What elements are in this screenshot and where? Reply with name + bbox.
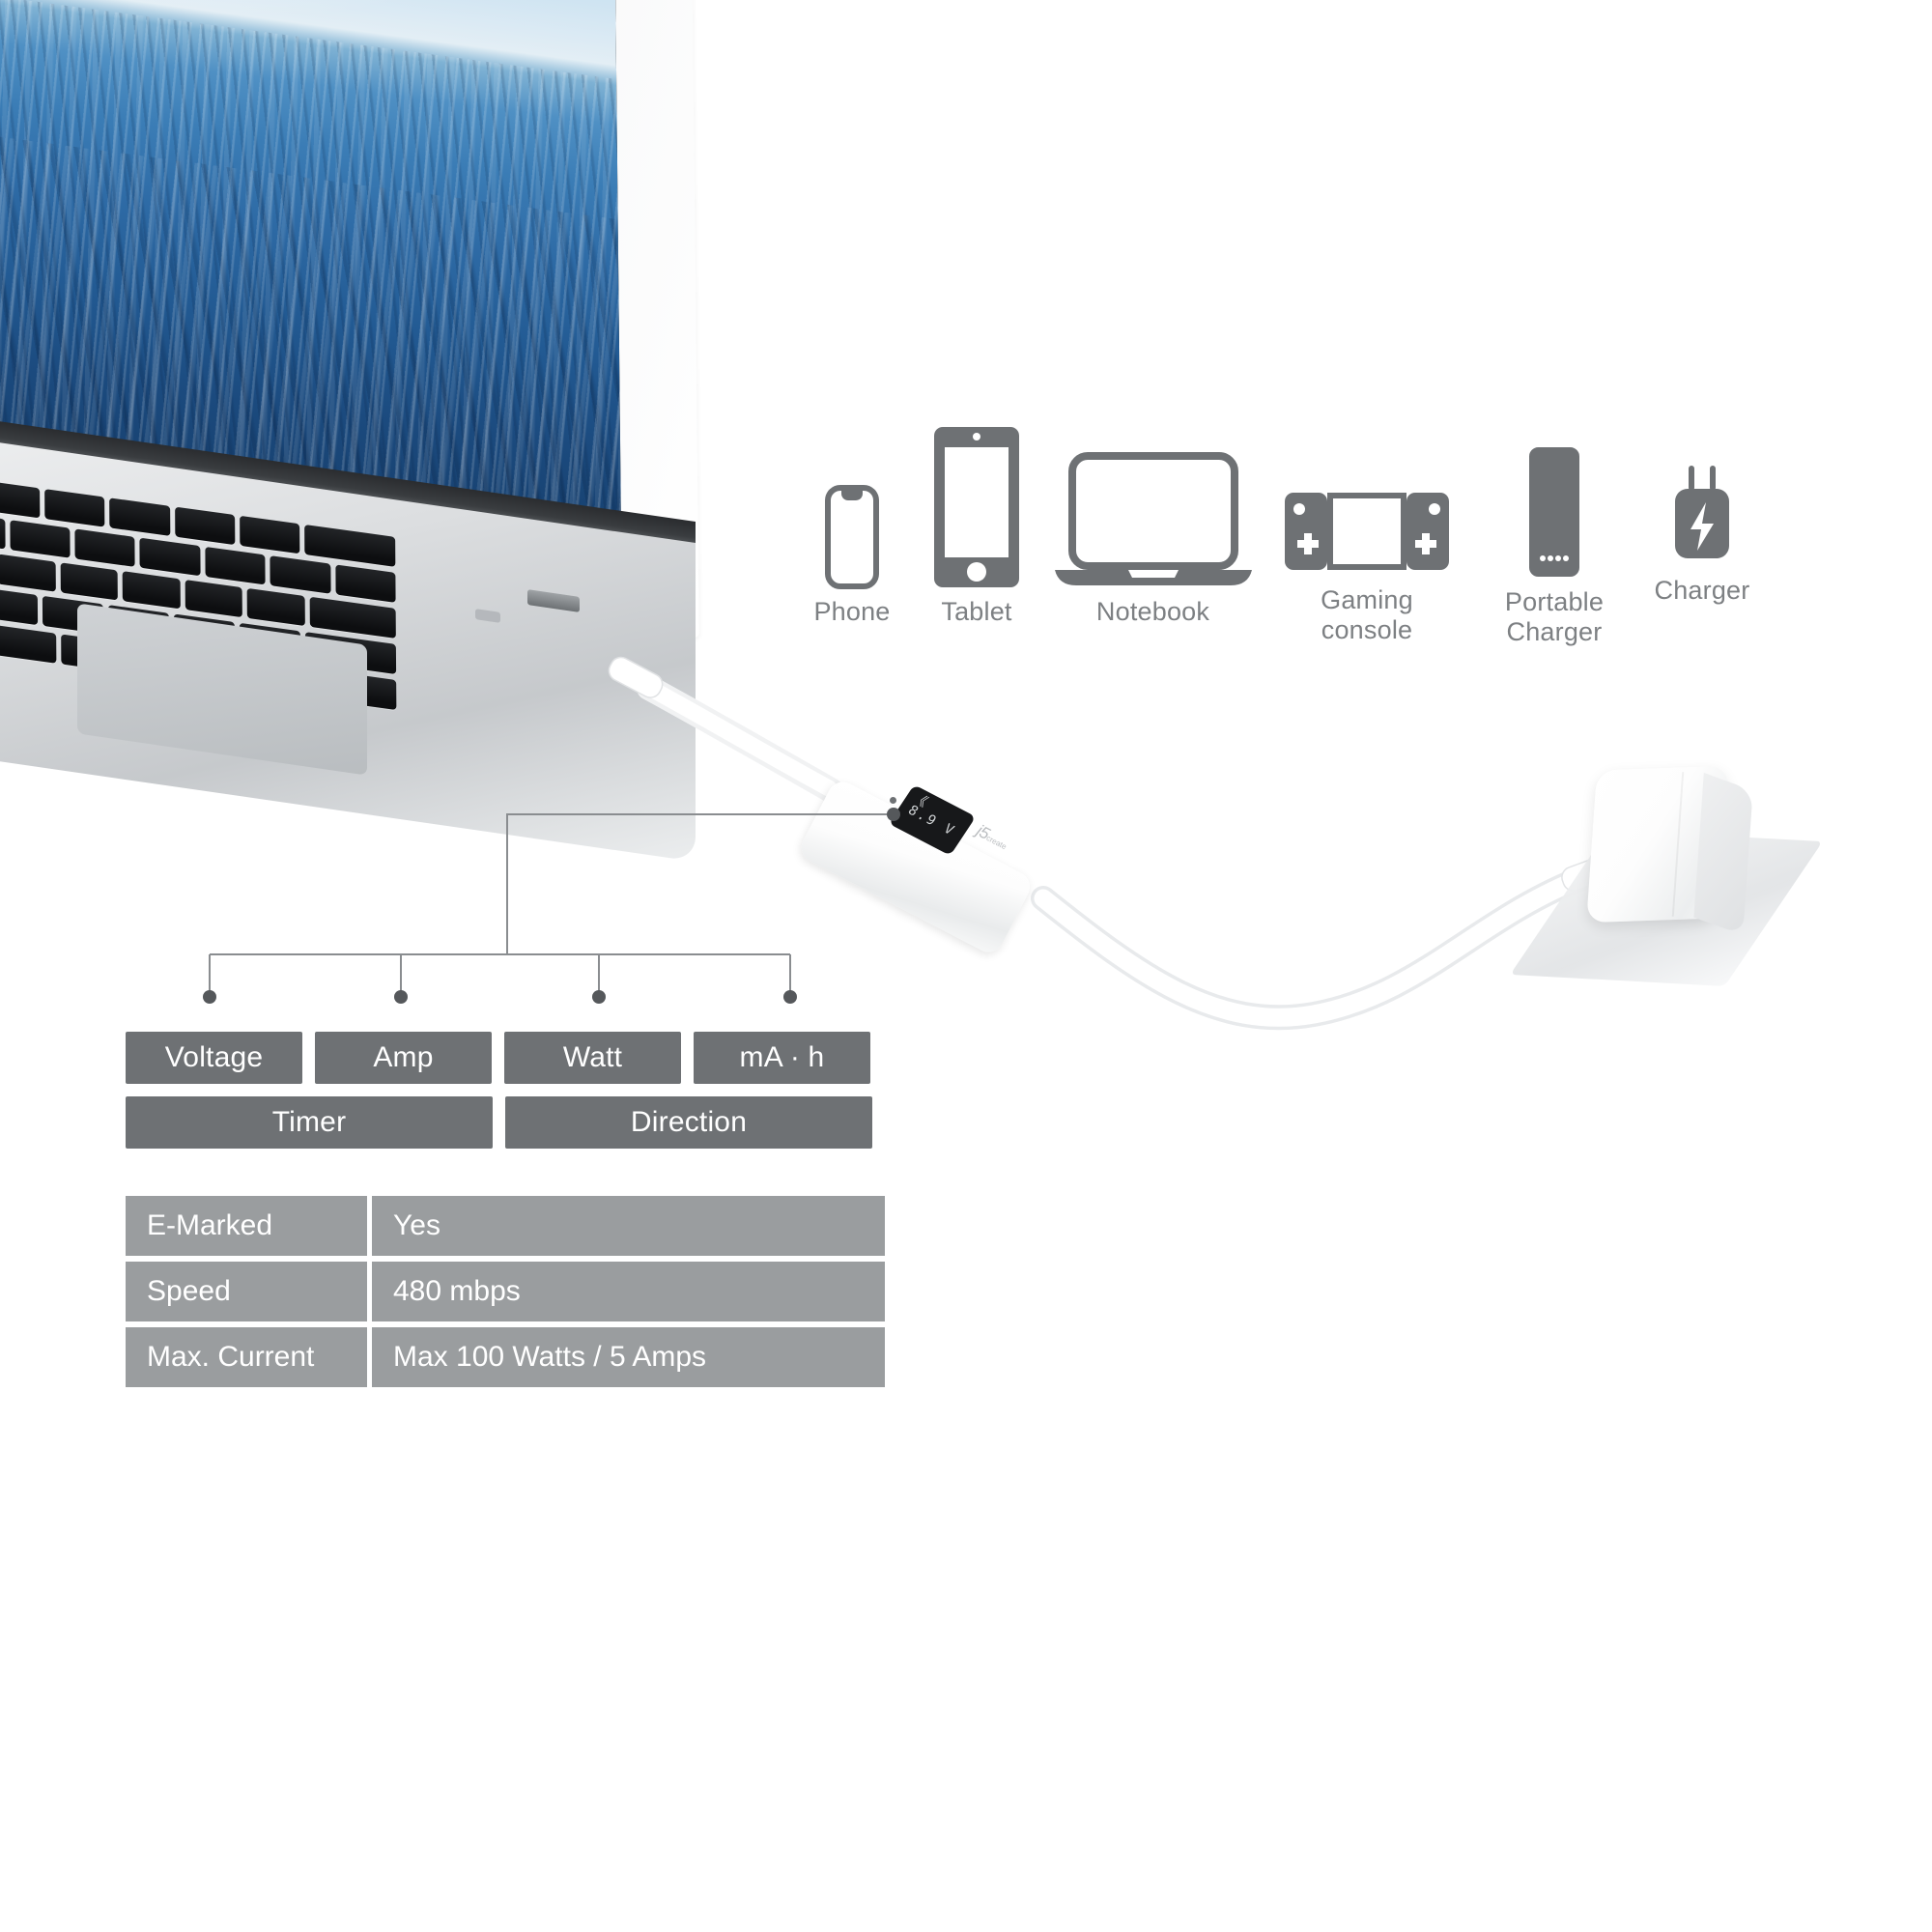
tag-direction[interactable]: Direction	[505, 1096, 872, 1149]
feature-tag-group: Voltage Amp Watt mA · h Timer Direction	[126, 1032, 872, 1161]
table-row: Speed 480 mbps	[126, 1262, 885, 1321]
spec-table: E-Marked Yes Speed 480 mbps Max. Current…	[126, 1196, 885, 1393]
tag-milliamp-hour[interactable]: mA · h	[694, 1032, 870, 1084]
spec-value-e-marked: Yes	[372, 1196, 885, 1256]
feature-tag-row-1: Voltage Amp Watt mA · h	[126, 1032, 872, 1084]
table-row: E-Marked Yes	[126, 1196, 885, 1256]
table-row: Max. Current Max 100 Watts / 5 Amps	[126, 1327, 885, 1387]
callout-leader-lines	[203, 808, 900, 1004]
tag-voltage[interactable]: Voltage	[126, 1032, 302, 1084]
tag-timer[interactable]: Timer	[126, 1096, 493, 1149]
tag-amp[interactable]: Amp	[315, 1032, 492, 1084]
spec-key-max-current: Max. Current	[126, 1327, 367, 1387]
feature-tag-row-2: Timer Direction	[126, 1096, 872, 1149]
tag-watt[interactable]: Watt	[504, 1032, 681, 1084]
spec-value-max-current: Max 100 Watts / 5 Amps	[372, 1327, 885, 1387]
infographic-canvas: Phone Tablet Notebook Gaming console Por…	[0, 0, 1932, 1932]
spec-key-speed: Speed	[126, 1262, 367, 1321]
spec-key-e-marked: E-Marked	[126, 1196, 367, 1256]
spec-value-speed: 480 mbps	[372, 1262, 885, 1321]
